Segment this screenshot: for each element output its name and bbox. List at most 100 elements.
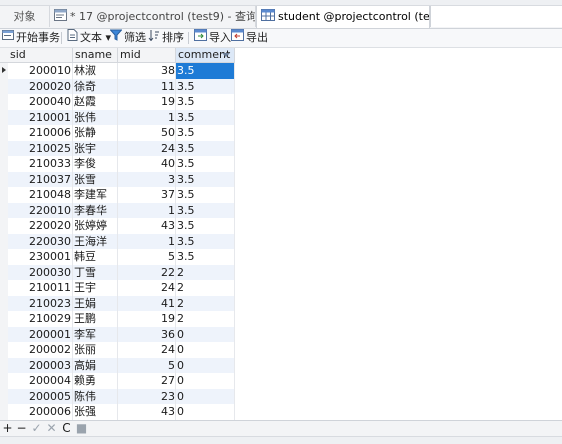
cell-comment[interactable]: 3.5 xyxy=(176,156,235,172)
cell-mid[interactable]: 22 xyxy=(118,265,176,281)
cell-comment[interactable]: 0 xyxy=(176,389,235,405)
column-header-comment[interactable]: comment xyxy=(176,48,235,62)
cell-mid[interactable]: 1 xyxy=(118,234,176,250)
cell-sname[interactable]: 林淑 xyxy=(73,63,118,79)
cell-sname[interactable]: 王鹏 xyxy=(73,311,118,327)
cell-comment[interactable]: 3.5 xyxy=(176,141,235,157)
cell-sname[interactable]: 李俊 xyxy=(73,156,118,172)
table-row[interactable]: 220020 张婷婷 43 3.5 xyxy=(8,218,235,234)
cell-comment[interactable]: 3.5 xyxy=(176,172,235,188)
cell-comment[interactable]: 2 xyxy=(176,296,235,312)
cell-mid[interactable]: 36 xyxy=(118,327,176,343)
cell-mid[interactable]: 38 xyxy=(118,63,176,79)
column-header-sid[interactable]: sid xyxy=(8,48,73,62)
cell-mid[interactable]: 24 xyxy=(118,342,176,358)
tab-student-table[interactable]: student @projectcontrol (test9) - 表 xyxy=(256,6,430,28)
cell-mid[interactable]: 50 xyxy=(118,125,176,141)
tab-objects[interactable]: 对象 xyxy=(0,6,50,27)
cell-sname[interactable]: 赖勇 xyxy=(73,373,118,389)
table-row[interactable]: 210006 张静 50 3.5 xyxy=(8,125,235,141)
cell-sname[interactable]: 王宇 xyxy=(73,280,118,296)
cell-comment[interactable]: 0 xyxy=(176,373,235,389)
column-header-mid[interactable]: mid xyxy=(118,48,176,62)
cell-sname[interactable]: 陈伟 xyxy=(73,389,118,405)
cell-sid[interactable]: 210006 xyxy=(8,125,72,141)
cell-sid[interactable]: 220030 xyxy=(8,234,72,250)
cell-sid[interactable]: 200030 xyxy=(8,265,72,281)
cell-mid[interactable]: 19 xyxy=(118,311,176,327)
cell-sid[interactable]: 200020 xyxy=(8,79,72,95)
cell-sname[interactable]: 赵霞 xyxy=(73,94,118,110)
cell-sname[interactable]: 张强 xyxy=(73,404,118,420)
cell-sname[interactable]: 王娟 xyxy=(73,296,118,312)
table-row[interactable]: 230001 韩豆 5 3.5 xyxy=(8,249,235,265)
table-row[interactable]: 210023 王娟 41 2 xyxy=(8,295,235,312)
table-row[interactable]: 200020 徐奇 11 3.5 xyxy=(8,78,235,95)
cell-comment[interactable]: 3.5 xyxy=(176,110,235,126)
cell-sid[interactable]: 200005 xyxy=(8,389,72,405)
cell-comment[interactable]: 3.5 xyxy=(176,94,235,110)
cell-sname[interactable]: 丁雪 xyxy=(73,265,118,281)
filter-button[interactable]: 筛选 xyxy=(109,29,146,47)
cell-sid[interactable]: 210001 xyxy=(8,110,72,126)
cell-comment[interactable]: 2 xyxy=(176,265,235,281)
cell-sid[interactable]: 210033 xyxy=(8,156,72,172)
import-button[interactable]: 导入 xyxy=(194,29,231,47)
cell-sid[interactable]: 200006 xyxy=(8,404,72,420)
cell-mid[interactable]: 5 xyxy=(118,249,176,265)
cell-comment[interactable]: 3.5 xyxy=(176,234,235,250)
table-row[interactable]: 210011 王宇 24 2 xyxy=(8,280,235,296)
cell-sid[interactable]: 220010 xyxy=(8,203,72,219)
begin-transaction-button[interactable]: 开始事务 xyxy=(2,29,60,47)
table-row[interactable]: 210001 张伟 1 3.5 xyxy=(8,109,235,126)
cell-mid[interactable]: 27 xyxy=(118,373,176,389)
refresh-button[interactable]: C xyxy=(60,421,73,436)
cell-sname[interactable]: 李春华 xyxy=(73,203,118,219)
table-row[interactable]: 200001 李军 36 0 xyxy=(8,326,235,343)
cell-mid[interactable]: 3 xyxy=(118,172,176,188)
table-row[interactable]: 220010 李春华 1 3.5 xyxy=(8,202,235,219)
cell-comment[interactable]: 2 xyxy=(176,311,235,327)
cell-sname[interactable]: 张伟 xyxy=(73,110,118,126)
cell-comment[interactable]: 3.5 xyxy=(176,63,235,79)
cell-mid[interactable]: 43 xyxy=(118,218,176,234)
cell-sid[interactable]: 230001 xyxy=(8,249,72,265)
cell-sname[interactable]: 张静 xyxy=(73,125,118,141)
cell-sname[interactable]: 张宇 xyxy=(73,141,118,157)
cell-comment[interactable]: 0 xyxy=(176,327,235,343)
cell-sname[interactable]: 张丽 xyxy=(73,342,118,358)
table-row[interactable]: 210048 李建军 37 3.5 xyxy=(8,187,235,203)
text-button[interactable]: 文本 ▾ xyxy=(67,29,111,47)
cell-mid[interactable]: 41 xyxy=(118,296,176,312)
cell-mid[interactable]: 11 xyxy=(118,79,176,95)
cell-sname[interactable]: 李军 xyxy=(73,327,118,343)
cell-mid[interactable]: 1 xyxy=(118,110,176,126)
delete-record-button[interactable]: − xyxy=(15,421,28,436)
table-row[interactable]: 200030 丁雪 22 2 xyxy=(8,264,235,281)
cell-comment[interactable]: 3.5 xyxy=(176,79,235,95)
table-row[interactable]: 220030 王海洋 1 3.5 xyxy=(8,233,235,250)
cell-sid[interactable]: 210029 xyxy=(8,311,72,327)
table-row[interactable]: 200040 赵霞 19 3.5 xyxy=(8,94,235,110)
tab-query[interactable]: * 17 @projectcontrol (test9) - 查询 xyxy=(50,6,256,27)
cell-sid[interactable]: 210048 xyxy=(8,187,72,203)
cell-comment[interactable]: 3.5 xyxy=(176,187,235,203)
column-header-sname[interactable]: sname xyxy=(73,48,118,62)
cell-mid[interactable]: 24 xyxy=(118,280,176,296)
cell-comment[interactable]: 3.5 xyxy=(176,218,235,234)
cell-sname[interactable]: 徐奇 xyxy=(73,79,118,95)
cell-mid[interactable]: 23 xyxy=(118,389,176,405)
sort-button[interactable]: 排序 xyxy=(148,29,184,47)
cell-sid[interactable]: 210025 xyxy=(8,141,72,157)
cell-sname[interactable]: 韩豆 xyxy=(73,249,118,265)
table-row[interactable]: 200010 林淑 38 3.5 xyxy=(8,63,235,79)
cell-mid[interactable]: 24 xyxy=(118,141,176,157)
cell-sid[interactable]: 200001 xyxy=(8,327,72,343)
cell-sname[interactable]: 李建军 xyxy=(73,187,118,203)
cell-sid[interactable]: 210011 xyxy=(8,280,72,296)
table-row[interactable]: 200005 陈伟 23 0 xyxy=(8,388,235,405)
stop-button[interactable]: ■ xyxy=(75,421,88,436)
cell-comment[interactable]: 0 xyxy=(176,342,235,358)
cell-comment[interactable]: 3.5 xyxy=(176,125,235,141)
cell-comment[interactable]: 0 xyxy=(176,404,235,420)
